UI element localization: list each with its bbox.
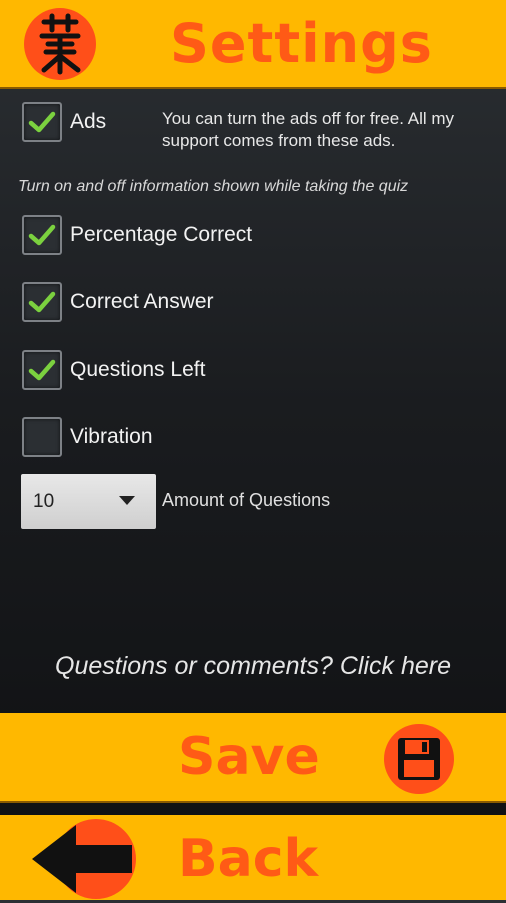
questions-left-checkbox[interactable] xyxy=(22,350,62,390)
comments-link[interactable]: Questions or comments? Click here xyxy=(0,652,506,681)
info-text: Turn on and off information shown while … xyxy=(18,178,409,195)
ads-checkbox[interactable] xyxy=(22,102,62,142)
vibration-checkbox[interactable] xyxy=(22,417,62,457)
header-bar: Settings xyxy=(0,0,506,89)
check-icon xyxy=(28,359,56,381)
amount-label: Amount of Questions xyxy=(162,490,331,510)
kanji-logo-icon xyxy=(24,8,96,80)
amount-value: 10 xyxy=(33,491,55,512)
check-icon xyxy=(28,111,56,133)
ads-toggle-row[interactable]: Ads xyxy=(22,102,106,142)
floppy-disk-icon xyxy=(384,724,454,794)
vibration-label: Vibration xyxy=(70,425,153,448)
percentage-correct-checkbox[interactable] xyxy=(22,215,62,255)
correct-answer-label: Correct Answer xyxy=(70,290,214,313)
ads-label: Ads xyxy=(70,110,107,133)
save-button[interactable]: Save xyxy=(0,713,506,803)
questions-left-row[interactable]: Questions Left xyxy=(22,350,205,390)
questions-left-label: Questions Left xyxy=(70,358,206,381)
check-icon xyxy=(28,224,56,246)
percentage-correct-row[interactable]: Percentage Correct xyxy=(22,215,252,255)
correct-answer-row[interactable]: Correct Answer xyxy=(22,282,214,322)
arrow-left-icon xyxy=(32,819,136,899)
amount-dropdown[interactable]: 10 xyxy=(21,474,156,529)
correct-answer-checkbox[interactable] xyxy=(22,282,62,322)
percentage-correct-label: Percentage Correct xyxy=(70,223,253,246)
save-label: Save xyxy=(178,727,320,787)
vibration-row[interactable]: Vibration xyxy=(22,417,153,457)
page-title: Settings xyxy=(170,12,433,75)
back-label: Back xyxy=(178,829,319,889)
check-icon xyxy=(28,291,56,313)
dropdown-arrow-icon xyxy=(119,496,135,505)
back-button[interactable]: Back xyxy=(0,815,506,900)
ads-description: You can turn the ads off for free. All m… xyxy=(162,109,455,150)
